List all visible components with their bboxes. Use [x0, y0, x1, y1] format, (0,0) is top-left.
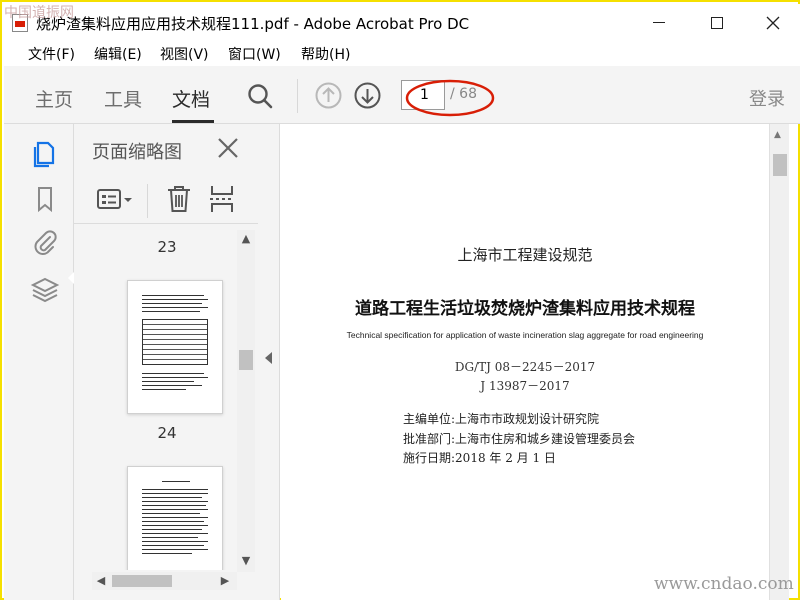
- scroll-right-icon[interactable]: ▶: [216, 572, 234, 590]
- maximize-icon: [711, 16, 723, 29]
- thumbnail-page-24[interactable]: [127, 280, 223, 414]
- scrollbar-thumb[interactable]: [773, 154, 787, 176]
- bookmark-icon[interactable]: [30, 184, 60, 214]
- main-toolbar: 主页 工具 文档 1 / 68 登录: [4, 66, 800, 124]
- doc-effective-date: 施行日期:2018 年 2 月 1 日: [403, 451, 556, 465]
- menu-bar: 文件(F) 编辑(E) 视图(V) 窗口(W) 帮助(H): [4, 40, 800, 66]
- menu-edit[interactable]: 编辑(E): [94, 44, 142, 64]
- menu-window[interactable]: 窗口(W): [228, 44, 281, 64]
- watermark-bottom: www.cndao.com: [654, 574, 794, 594]
- minimize-icon: [653, 22, 665, 23]
- next-page-icon[interactable]: [354, 82, 381, 109]
- active-tab-indicator: [172, 120, 214, 123]
- doc-approval-dept: 批准部门:上海市住房和城乡建设管理委员会: [403, 432, 636, 446]
- collapse-arrow-icon[interactable]: [265, 352, 272, 364]
- options-menu-icon[interactable]: [96, 186, 134, 214]
- left-navigation-rail: [4, 124, 76, 600]
- doc-standard-code: DG/TJ 08－2245－2017: [454, 360, 596, 374]
- scroll-down-icon[interactable]: ▼: [237, 552, 255, 570]
- menu-file[interactable]: 文件(F): [28, 44, 75, 64]
- thumbnails-panel: 页面缩略图 23 24 ▲ ▼ ◀ ▶: [74, 124, 258, 600]
- doc-english-title: Technical specification for application …: [346, 330, 704, 340]
- page-thumbnails-icon[interactable]: [30, 138, 60, 168]
- extract-pages-icon[interactable]: [208, 184, 236, 214]
- scrollbar-thumb[interactable]: [112, 575, 172, 587]
- panel-toolbar-divider: [147, 184, 148, 218]
- search-icon[interactable]: [247, 83, 273, 109]
- document-vertical-scrollbar[interactable]: ▲: [769, 124, 789, 600]
- toolbar-divider: [297, 79, 298, 113]
- menu-view[interactable]: 视图(V): [160, 44, 209, 64]
- window-title: 烧炉渣集料应用应用技术规程111.pdf - Adobe Acrobat Pro…: [36, 15, 470, 33]
- thumbnail-vertical-scrollbar[interactable]: ▲ ▼: [237, 230, 255, 572]
- thumbnail-horizontal-scrollbar[interactable]: ◀ ▶: [92, 572, 237, 590]
- doc-record-code: J 13987－2017: [480, 379, 570, 393]
- scroll-up-icon[interactable]: ▲: [774, 130, 781, 140]
- doc-editor-unit: 主编单位:上海市市政规划设计研究院: [403, 412, 600, 426]
- doc-title: 道路工程生活垃圾焚烧炉渣集料应用技术规程: [355, 299, 695, 319]
- trash-icon[interactable]: [166, 184, 192, 214]
- scrollbar-thumb[interactable]: [239, 350, 253, 370]
- thumbnail-list: 23 24: [92, 230, 242, 570]
- document-page: 上海市工程建设规范 道路工程生活垃圾焚烧炉渣集料应用技术规程 Technical…: [281, 124, 769, 600]
- acrobat-window: 烧炉渣集料应用应用技术规程111.pdf - Adobe Acrobat Pro…: [0, 0, 800, 600]
- close-icon: [766, 16, 780, 29]
- doc-org-heading: 上海市工程建设规范: [457, 246, 593, 264]
- login-link[interactable]: 登录: [749, 85, 785, 111]
- highlight-ellipse: [405, 79, 495, 117]
- thumbnail-page-label: 24: [157, 424, 177, 442]
- panel-title: 页面缩略图: [92, 142, 182, 163]
- title-bar: 烧炉渣集料应用应用技术规程111.pdf - Adobe Acrobat Pro…: [4, 4, 800, 40]
- thumbnail-page-25[interactable]: [127, 466, 223, 570]
- attachment-icon[interactable]: [30, 228, 60, 258]
- close-panel-icon[interactable]: [216, 136, 240, 160]
- menu-help[interactable]: 帮助(H): [301, 44, 350, 64]
- thumbnail-page-label: 23: [157, 238, 177, 256]
- watermark-top: 中国道振网: [4, 5, 74, 21]
- minimize-button[interactable]: [636, 4, 682, 40]
- panel-toolbar: [74, 178, 258, 224]
- panel-collapse-strip[interactable]: [258, 124, 280, 600]
- scroll-up-icon[interactable]: ▲: [237, 230, 255, 248]
- layers-icon[interactable]: [30, 274, 60, 304]
- tab-tools[interactable]: 工具: [104, 85, 142, 112]
- previous-page-icon[interactable]: [315, 82, 342, 109]
- close-button[interactable]: [750, 4, 796, 40]
- tab-document[interactable]: 文档: [172, 85, 210, 112]
- tab-home[interactable]: 主页: [35, 85, 73, 112]
- maximize-button[interactable]: [694, 4, 740, 40]
- scroll-left-icon[interactable]: ◀: [92, 572, 110, 590]
